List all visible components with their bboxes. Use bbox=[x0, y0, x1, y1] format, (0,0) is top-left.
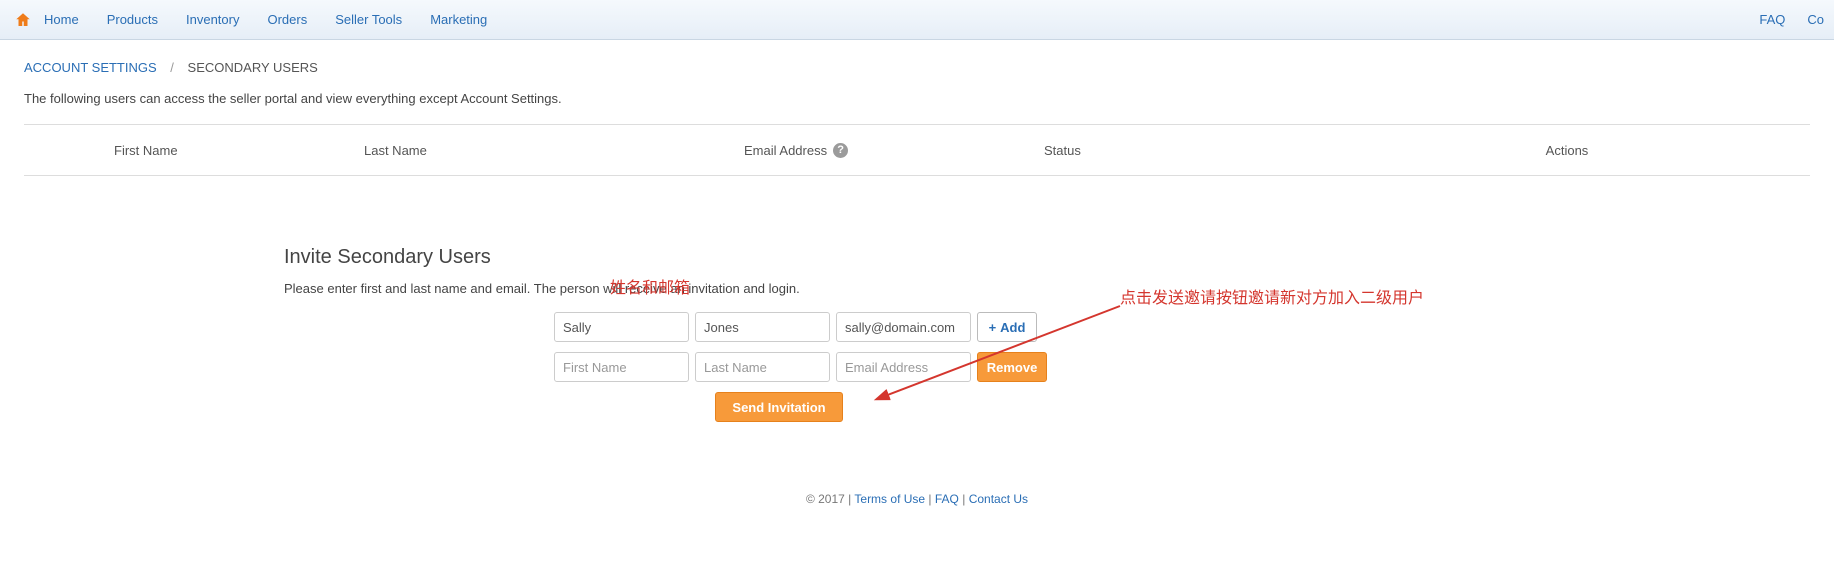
nav-marketing[interactable]: Marketing bbox=[430, 12, 487, 27]
send-invitation-button[interactable]: Send Invitation bbox=[715, 392, 842, 422]
invite-description: Please enter first and last name and ema… bbox=[284, 281, 1184, 296]
footer-copyright: © 2017 bbox=[806, 492, 845, 506]
last-name-input[interactable] bbox=[695, 312, 830, 342]
help-icon[interactable]: ? bbox=[833, 143, 848, 158]
col-status: Status bbox=[1044, 143, 1324, 158]
invite-section: Invite Secondary Users Please enter firs… bbox=[0, 246, 1834, 462]
footer: © 2017 | Terms of Use | FAQ | Contact Us bbox=[0, 492, 1834, 514]
nav-seller-tools[interactable]: Seller Tools bbox=[335, 12, 402, 27]
plus-icon: + bbox=[989, 320, 997, 335]
email-input[interactable] bbox=[836, 352, 971, 382]
table-header-row: First Name Last Name Email Address ? Sta… bbox=[24, 124, 1810, 176]
send-row: Send Invitation bbox=[374, 392, 1184, 422]
nav-inventory[interactable]: Inventory bbox=[186, 12, 239, 27]
invite-row-2: Remove bbox=[554, 352, 1184, 382]
add-button[interactable]: + Add bbox=[977, 312, 1037, 342]
col-last-name: Last Name bbox=[364, 143, 744, 158]
users-table: First Name Last Name Email Address ? Sta… bbox=[0, 124, 1834, 176]
col-first-name: First Name bbox=[24, 143, 364, 158]
footer-terms[interactable]: Terms of Use bbox=[854, 492, 925, 506]
breadcrumb-sep: / bbox=[170, 60, 174, 75]
nav-products[interactable]: Products bbox=[107, 12, 158, 27]
footer-contact[interactable]: Contact Us bbox=[969, 492, 1028, 506]
col-actions: Actions bbox=[1324, 143, 1810, 158]
email-input[interactable] bbox=[836, 312, 971, 342]
nav-right: FAQ Co bbox=[1759, 12, 1824, 27]
footer-faq[interactable]: FAQ bbox=[935, 492, 959, 506]
breadcrumb: ACCOUNT SETTINGS / SECONDARY USERS bbox=[0, 40, 1834, 85]
remove-button[interactable]: Remove bbox=[977, 352, 1047, 382]
last-name-input[interactable] bbox=[695, 352, 830, 382]
invite-row-1: + Add bbox=[554, 312, 1184, 342]
page-description: The following users can access the selle… bbox=[0, 85, 1834, 124]
home-icon[interactable] bbox=[14, 11, 32, 29]
nav-items: Home Products Inventory Orders Seller To… bbox=[44, 12, 487, 27]
nav-home[interactable]: Home bbox=[44, 12, 79, 27]
col-email: Email Address ? bbox=[744, 143, 1044, 158]
invite-title: Invite Secondary Users bbox=[284, 246, 1184, 269]
breadcrumb-account-settings[interactable]: ACCOUNT SETTINGS bbox=[24, 60, 157, 75]
add-label: Add bbox=[1000, 320, 1025, 335]
breadcrumb-current: SECONDARY USERS bbox=[188, 60, 318, 75]
invite-form: + Add Remove Send Invitation bbox=[554, 312, 1184, 422]
nav-orders[interactable]: Orders bbox=[267, 12, 307, 27]
col-email-label: Email Address bbox=[744, 143, 827, 158]
first-name-input[interactable] bbox=[554, 312, 689, 342]
top-nav: Home Products Inventory Orders Seller To… bbox=[0, 0, 1834, 40]
nav-co[interactable]: Co bbox=[1807, 12, 1824, 27]
nav-faq[interactable]: FAQ bbox=[1759, 12, 1785, 27]
first-name-input[interactable] bbox=[554, 352, 689, 382]
